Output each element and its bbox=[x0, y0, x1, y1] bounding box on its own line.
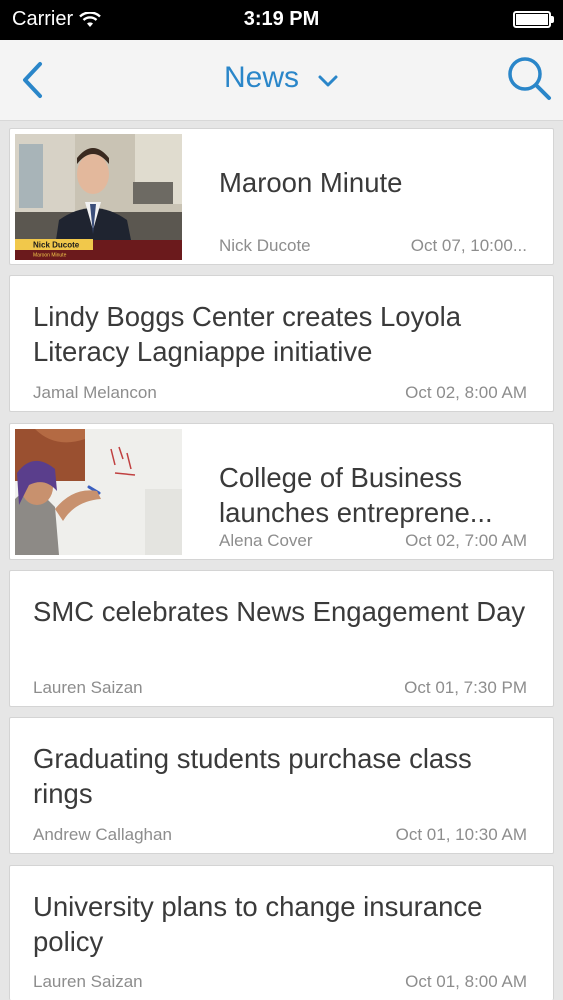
article-date: Oct 07, 10:00... bbox=[410, 236, 527, 255]
article-author: Lauren Saizan bbox=[33, 972, 143, 991]
clock: 3:19 PM bbox=[243, 8, 320, 30]
article-title: Graduating students purchase class rings bbox=[33, 743, 472, 809]
news-section-dropdown[interactable]: News bbox=[0, 61, 563, 96]
thumbnail-caption: Nick Ducote bbox=[33, 241, 80, 250]
article-title: SMC celebrates News Engagement Day bbox=[33, 596, 526, 627]
article-author: Nick Ducote bbox=[219, 236, 311, 255]
thumbnail-subcaption: Maroon Minute bbox=[33, 253, 67, 259]
article-author: Jamal Melancon bbox=[33, 383, 157, 402]
battery-icon bbox=[513, 11, 554, 28]
list-item[interactable]: Lindy Boggs Center creates Loyola Litera… bbox=[9, 275, 554, 412]
list-item[interactable]: Graduating students purchase class rings… bbox=[9, 717, 554, 854]
search-button[interactable] bbox=[505, 54, 553, 104]
list-item[interactable]: College of Business launches entreprene.… bbox=[9, 423, 554, 560]
status-bar: Carrier 3:19 PM bbox=[0, 0, 563, 40]
article-date: Oct 02, 8:00 AM bbox=[405, 383, 527, 402]
article-title: Maroon Minute bbox=[219, 167, 403, 198]
search-icon bbox=[508, 57, 551, 100]
page-title: News bbox=[223, 61, 299, 94]
chevron-down-icon bbox=[317, 62, 339, 96]
article-author: Alena Cover bbox=[219, 531, 313, 550]
list-item[interactable]: Nick Ducote Maroon Minute Maroon Minute … bbox=[9, 128, 554, 265]
article-date: Oct 02, 7:00 AM bbox=[405, 531, 527, 550]
article-title: Lindy Boggs Center creates Loyola Litera… bbox=[33, 301, 462, 367]
article-thumbnail bbox=[15, 429, 182, 555]
article-title: College of Business launches entreprene.… bbox=[219, 462, 493, 528]
list-item[interactable]: University plans to change insurance pol… bbox=[9, 865, 554, 1000]
article-date: Oct 01, 7:30 PM bbox=[404, 678, 527, 697]
article-author: Andrew Callaghan bbox=[33, 825, 172, 844]
navigation-bar: News bbox=[0, 40, 563, 121]
list-item[interactable]: SMC celebrates News Engagement Day Laure… bbox=[9, 570, 554, 707]
article-date: Oct 01, 10:30 AM bbox=[395, 825, 527, 844]
article-date: Oct 01, 8:00 AM bbox=[405, 972, 527, 991]
article-author: Lauren Saizan bbox=[33, 678, 143, 697]
article-thumbnail: Nick Ducote Maroon Minute bbox=[15, 134, 182, 260]
article-title: University plans to change insurance pol… bbox=[33, 891, 483, 957]
